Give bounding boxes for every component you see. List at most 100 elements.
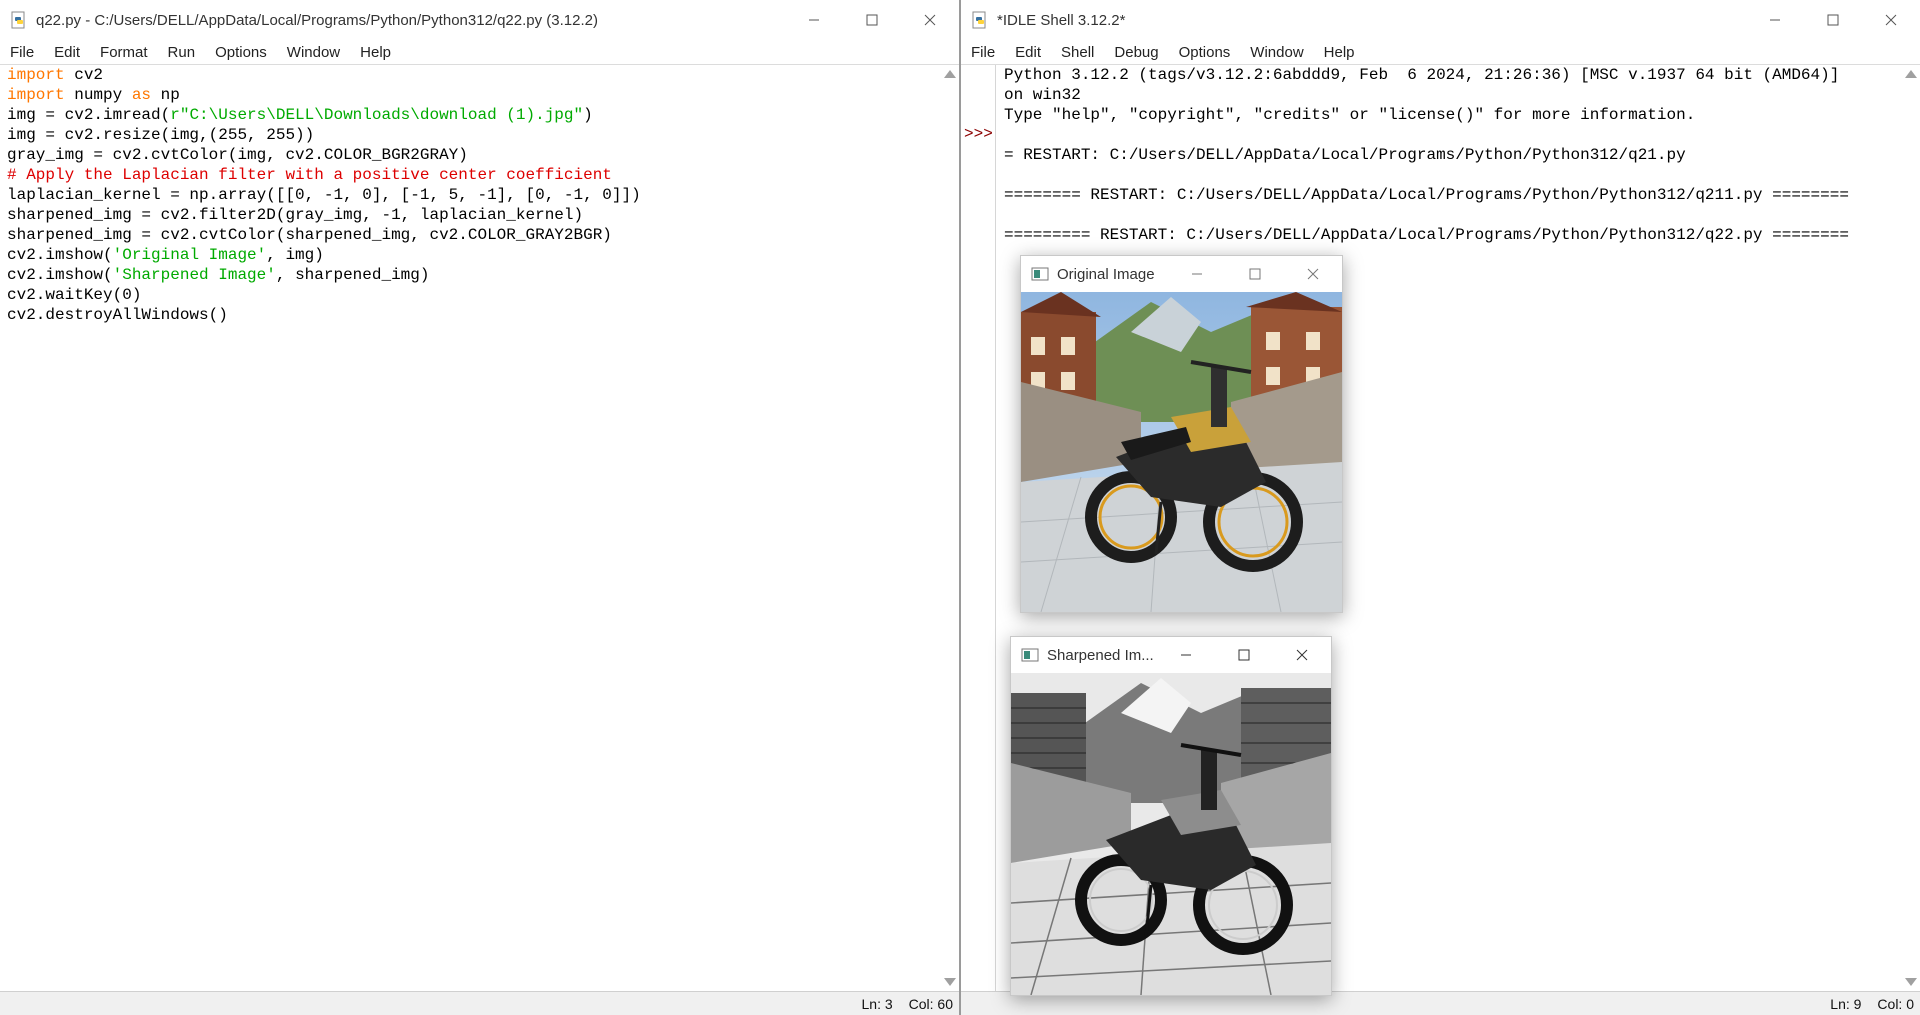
shell-line: ​ bbox=[1004, 205, 1901, 225]
minimize-icon bbox=[1181, 654, 1191, 656]
shell-titlebar[interactable]: *IDLE Shell 3.12.2* bbox=[961, 0, 1920, 40]
original-image-title: Original Image bbox=[1057, 265, 1155, 283]
editor-scrollbar[interactable] bbox=[940, 65, 959, 991]
code-comment: # Apply the Laplacian filter with a posi… bbox=[7, 166, 612, 184]
shell-line: ======== RESTART: C:/Users/DELL/AppData/… bbox=[1004, 186, 1849, 204]
code-text: np bbox=[151, 86, 180, 104]
maximize-button[interactable] bbox=[843, 0, 901, 40]
column-number: Col: 0 bbox=[1877, 995, 1914, 1012]
code-text: cv2.imshow( bbox=[7, 246, 113, 264]
menu-debug[interactable]: Debug bbox=[1104, 44, 1168, 61]
shell-line: on win32 bbox=[1004, 86, 1081, 104]
sharpened-image-titlebar[interactable]: Sharpened Im... bbox=[1011, 637, 1331, 673]
scroll-down-icon[interactable] bbox=[944, 978, 956, 986]
keyword: import bbox=[7, 66, 65, 84]
close-button[interactable] bbox=[901, 0, 959, 40]
minimize-button[interactable] bbox=[1746, 0, 1804, 40]
minimize-button[interactable] bbox=[1168, 256, 1226, 292]
original-motorcycle-image bbox=[1021, 292, 1342, 612]
scroll-up-icon[interactable] bbox=[1905, 70, 1917, 78]
editor-statusbar: Ln: 3 Col: 60 bbox=[0, 991, 959, 1015]
code-text: ) bbox=[583, 106, 593, 124]
code-text: img = cv2.imread( bbox=[7, 106, 171, 124]
close-icon bbox=[924, 14, 936, 26]
close-icon bbox=[1885, 14, 1897, 26]
maximize-icon bbox=[1827, 14, 1839, 26]
shell-line: Python 3.12.2 (tags/v3.12.2:6abddd9, Feb… bbox=[1004, 66, 1840, 84]
string-literal: r"C:\Users\DELL\Downloads\download (1).j… bbox=[170, 106, 584, 124]
close-icon bbox=[1296, 649, 1308, 661]
shell-line: ========= RESTART: C:/Users/DELL/AppData… bbox=[1004, 226, 1849, 244]
shell-title: *IDLE Shell 3.12.2* bbox=[997, 11, 1126, 29]
code-editor[interactable]: import cv2 import numpy as np img = cv2.im… bbox=[0, 65, 940, 991]
code-text: cv2.imshow( bbox=[7, 266, 113, 284]
menu-options[interactable]: Options bbox=[1169, 44, 1241, 61]
code-line-3: img = cv2.imread(r"C:\Users\DELL\Downloa… bbox=[7, 105, 940, 125]
code-text: , sharpened_img) bbox=[275, 266, 430, 284]
maximize-icon bbox=[1249, 268, 1261, 280]
menu-file[interactable]: File bbox=[0, 44, 44, 61]
editor-title: q22.py - C:/Users/DELL/AppData/Local/Pro… bbox=[36, 11, 598, 29]
editor-titlebar[interactable]: q22.py - C:/Users/DELL/AppData/Local/Pro… bbox=[0, 0, 959, 40]
code-text: numpy bbox=[64, 86, 132, 104]
keyword: as bbox=[131, 86, 152, 104]
editor-window: q22.py - C:/Users/DELL/AppData/Local/Pro… bbox=[0, 0, 961, 1015]
code-line-12: cv2.waitKey(0) bbox=[7, 286, 142, 304]
minimize-icon bbox=[809, 19, 819, 21]
code-line-13: cv2.destroyAllWindows() bbox=[7, 306, 228, 324]
sharpened-image-window[interactable]: Sharpened Im... bbox=[1010, 636, 1332, 996]
menu-window[interactable]: Window bbox=[1240, 44, 1313, 61]
minimize-button[interactable] bbox=[785, 0, 843, 40]
sharpened-motorcycle-image bbox=[1011, 673, 1331, 995]
scroll-down-icon[interactable] bbox=[1905, 978, 1917, 986]
maximize-icon bbox=[1238, 649, 1250, 661]
string-literal: 'Sharpened Image' bbox=[112, 266, 276, 284]
shell-line: Type "help", "copyright", "credits" or "… bbox=[1004, 106, 1696, 124]
close-button[interactable] bbox=[1284, 256, 1342, 292]
menu-window[interactable]: Window bbox=[277, 44, 350, 61]
code-line-11: cv2.imshow('Sharpened Image', sharpened_… bbox=[7, 265, 940, 285]
scroll-up-icon[interactable] bbox=[944, 70, 956, 78]
close-button[interactable] bbox=[1273, 637, 1331, 673]
menu-help[interactable]: Help bbox=[1314, 44, 1365, 61]
code-text: cv2 bbox=[64, 66, 104, 84]
shell-scrollbar[interactable] bbox=[1901, 65, 1920, 991]
shell-line: ​ bbox=[1004, 165, 1901, 185]
menu-options[interactable]: Options bbox=[205, 44, 277, 61]
menu-run[interactable]: Run bbox=[158, 44, 206, 61]
sharpened-photo bbox=[1011, 673, 1331, 995]
maximize-button[interactable] bbox=[1804, 0, 1862, 40]
close-button[interactable] bbox=[1862, 0, 1920, 40]
code-line-2: import numpy as np bbox=[7, 85, 940, 105]
line-number: Ln: 3 bbox=[861, 995, 893, 1012]
menu-edit[interactable]: Edit bbox=[44, 44, 90, 61]
line-number: Ln: 9 bbox=[1830, 995, 1862, 1012]
original-image-window[interactable]: Original Image bbox=[1020, 255, 1343, 613]
code-text: , img) bbox=[266, 246, 324, 264]
code-line-4: img = cv2.resize(img,(255, 255)) bbox=[7, 126, 315, 144]
maximize-button[interactable] bbox=[1226, 256, 1284, 292]
shell-prompt: >>> bbox=[964, 125, 993, 143]
menu-file[interactable]: File bbox=[961, 44, 1005, 61]
editor-menubar: File Edit Format Run Options Window Help bbox=[0, 40, 959, 65]
code-line-7: laplacian_kernel = np.array([[0, -1, 0],… bbox=[7, 186, 641, 204]
code-line-10: cv2.imshow('Original Image', img) bbox=[7, 245, 940, 265]
shell-prompt-gutter: >>> bbox=[961, 65, 996, 991]
minimize-button[interactable] bbox=[1157, 637, 1215, 673]
menu-shell[interactable]: Shell bbox=[1051, 44, 1104, 61]
menu-format[interactable]: Format bbox=[90, 44, 158, 61]
python-file-icon bbox=[11, 11, 25, 29]
maximize-icon bbox=[866, 14, 878, 26]
close-icon bbox=[1307, 268, 1319, 280]
code-line-8: sharpened_img = cv2.filter2D(gray_img, -… bbox=[7, 206, 584, 224]
minimize-icon bbox=[1770, 19, 1780, 21]
code-line-5: gray_img = cv2.cvtColor(img, cv2.COLOR_B… bbox=[7, 146, 468, 164]
menu-help[interactable]: Help bbox=[350, 44, 401, 61]
column-number: Col: 60 bbox=[908, 995, 953, 1012]
code-line-9: sharpened_img = cv2.cvtColor(sharpened_i… bbox=[7, 226, 612, 244]
shell-line: = RESTART: C:/Users/DELL/AppData/Local/P… bbox=[1004, 146, 1686, 164]
maximize-button[interactable] bbox=[1215, 637, 1273, 673]
original-image-titlebar[interactable]: Original Image bbox=[1021, 256, 1342, 292]
code-line-1: import cv2 bbox=[7, 65, 940, 85]
menu-edit[interactable]: Edit bbox=[1005, 44, 1051, 61]
